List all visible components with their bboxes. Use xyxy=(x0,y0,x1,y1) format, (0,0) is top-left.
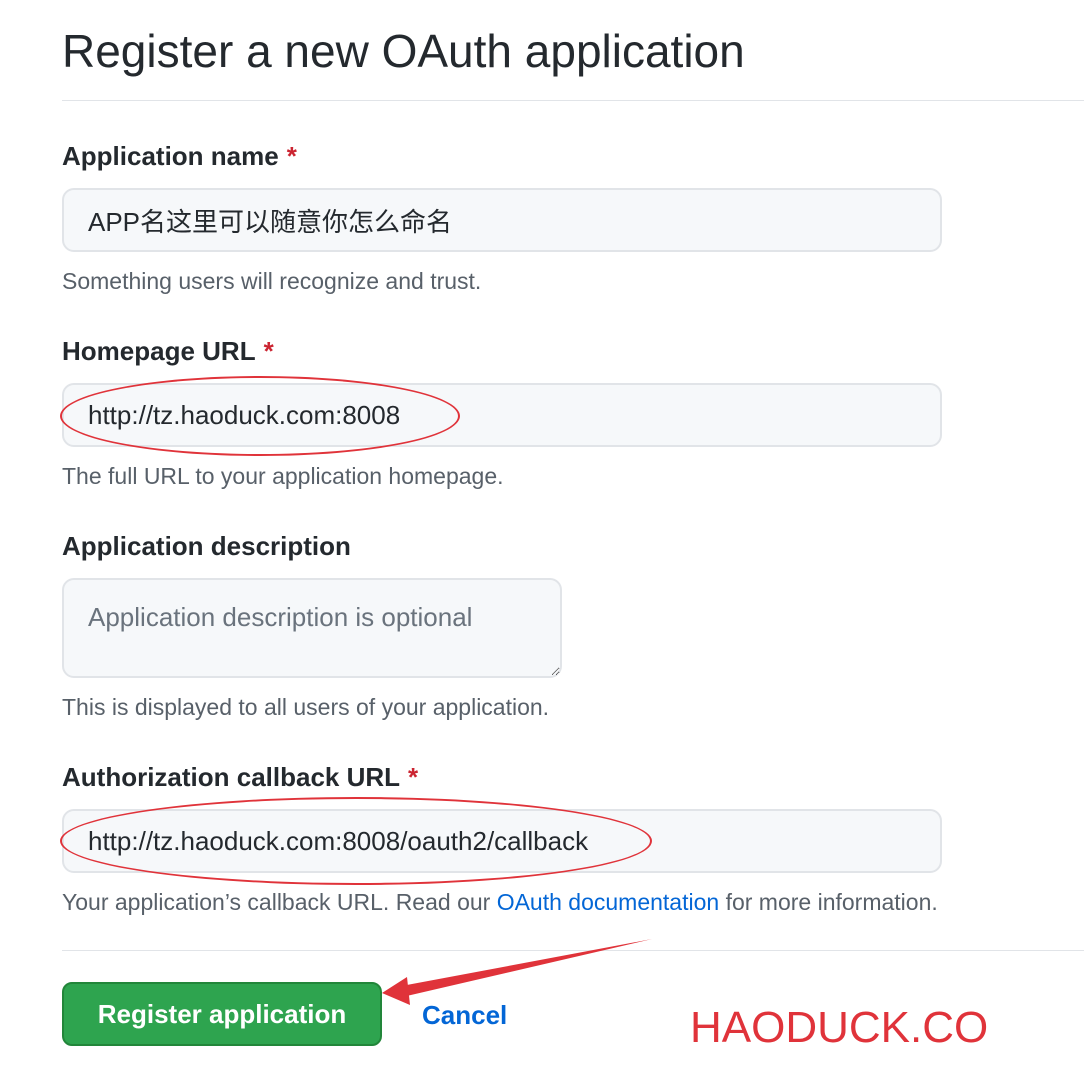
callback-hint-text: Your application’s callback URL. Read ou… xyxy=(62,889,497,915)
callback-url-input[interactable] xyxy=(62,809,942,873)
required-mark: * xyxy=(286,141,297,171)
title-divider xyxy=(62,100,1084,101)
callback-hint-text-end: for more information. xyxy=(719,889,938,915)
callback-url-label: Authorization callback URL * xyxy=(62,761,418,793)
actions-divider xyxy=(62,950,1084,951)
description-textarea[interactable] xyxy=(62,578,562,678)
callback-url-label-text: Authorization callback URL xyxy=(62,762,401,792)
page-title: Register a new OAuth application xyxy=(62,25,745,77)
annotation-arrow-shaft xyxy=(396,939,652,998)
app-name-hint: Something users will recognize and trust… xyxy=(62,268,482,294)
homepage-url-label: Homepage URL * xyxy=(62,335,274,367)
description-hint: This is displayed to all users of your a… xyxy=(62,694,550,720)
app-name-label: Application name * xyxy=(62,140,297,172)
annotation-arrow-head xyxy=(382,977,410,1005)
homepage-url-label-text: Homepage URL xyxy=(62,336,256,366)
cancel-link[interactable]: Cancel xyxy=(422,999,507,1031)
app-name-label-text: Application name xyxy=(62,141,279,171)
oauth-documentation-link[interactable]: OAuth documentation xyxy=(497,889,719,915)
register-application-button[interactable]: Register application xyxy=(62,982,382,1046)
watermark: HAODUCK.CO xyxy=(690,1003,989,1052)
app-name-input[interactable] xyxy=(62,188,942,252)
required-mark: * xyxy=(408,762,419,792)
homepage-url-hint: The full URL to your application homepag… xyxy=(62,463,504,489)
required-mark: * xyxy=(263,336,274,366)
homepage-url-input[interactable] xyxy=(62,383,942,447)
description-label: Application description xyxy=(62,531,351,561)
callback-url-hint: Your application’s callback URL. Read ou… xyxy=(62,887,938,917)
